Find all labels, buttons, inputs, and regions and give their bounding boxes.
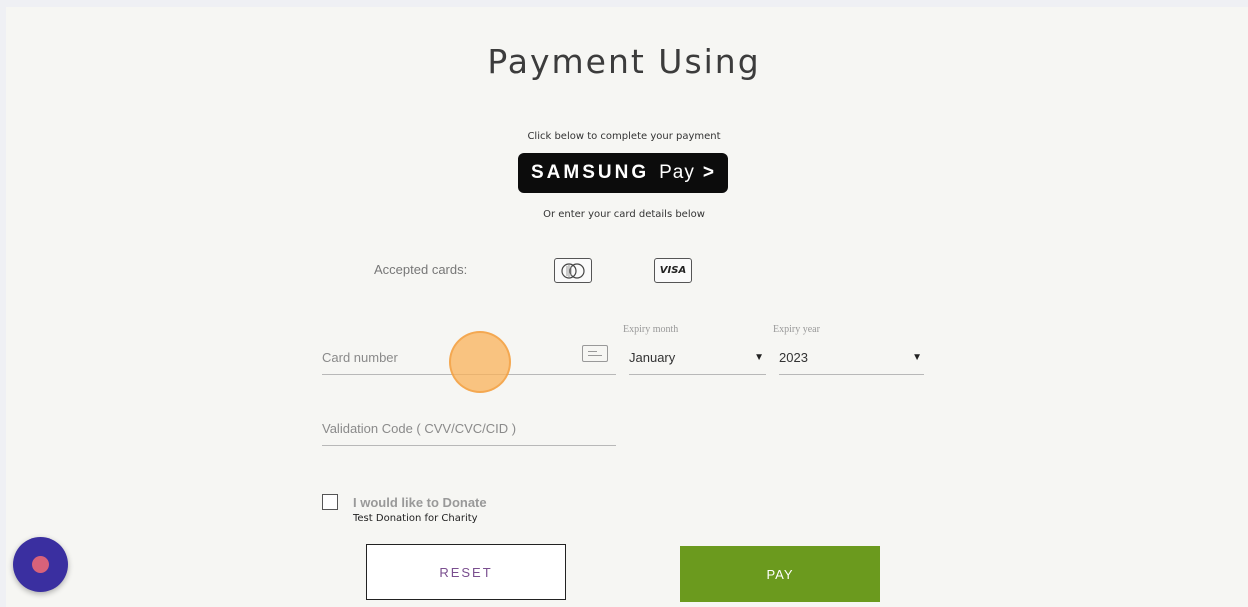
expiry-month-label: Expiry month: [623, 324, 679, 335]
donate-subtext: Test Donation for Charity: [353, 513, 478, 524]
expiry-year-select[interactable]: 2023 ▼: [779, 340, 924, 375]
assistant-dot-icon: [32, 556, 49, 573]
click-highlight-indicator: [449, 331, 511, 393]
accepted-cards-label: Accepted cards:: [374, 262, 468, 277]
samsung-brand-text: SAMSUNG: [531, 162, 650, 183]
visa-text: VISA: [659, 265, 687, 276]
assistant-launcher-button[interactable]: [13, 537, 68, 592]
donate-label: I would like to Donate: [353, 495, 487, 510]
or-hint: Or enter your card details below: [543, 209, 705, 220]
expiry-year-value: 2023: [779, 349, 808, 365]
cvv-field: [322, 411, 616, 446]
click-hint: Click below to complete your payment: [527, 131, 721, 142]
expiry-month-value: January: [629, 349, 676, 365]
dropdown-arrow-icon: ▼: [754, 351, 764, 363]
pay-button[interactable]: PAY: [680, 546, 880, 602]
expiry-year-label: Expiry year: [773, 324, 820, 335]
payment-page: [6, 7, 1248, 607]
mastercard-icon: [554, 258, 592, 283]
expiry-month-select[interactable]: January ▼: [629, 340, 766, 375]
chevron-right-icon: >: [702, 162, 715, 183]
cvv-input[interactable]: [322, 411, 616, 445]
donate-checkbox[interactable]: [322, 494, 338, 510]
credit-card-icon: [582, 345, 608, 362]
visa-icon: VISA: [654, 258, 692, 283]
page-title: Payment Using: [487, 42, 761, 81]
dropdown-arrow-icon: ▼: [912, 351, 922, 363]
samsung-pay-text: Pay: [659, 162, 695, 183]
reset-button[interactable]: RESET: [366, 544, 566, 600]
samsung-pay-button[interactable]: SAMSUNG Pay >: [518, 153, 728, 193]
